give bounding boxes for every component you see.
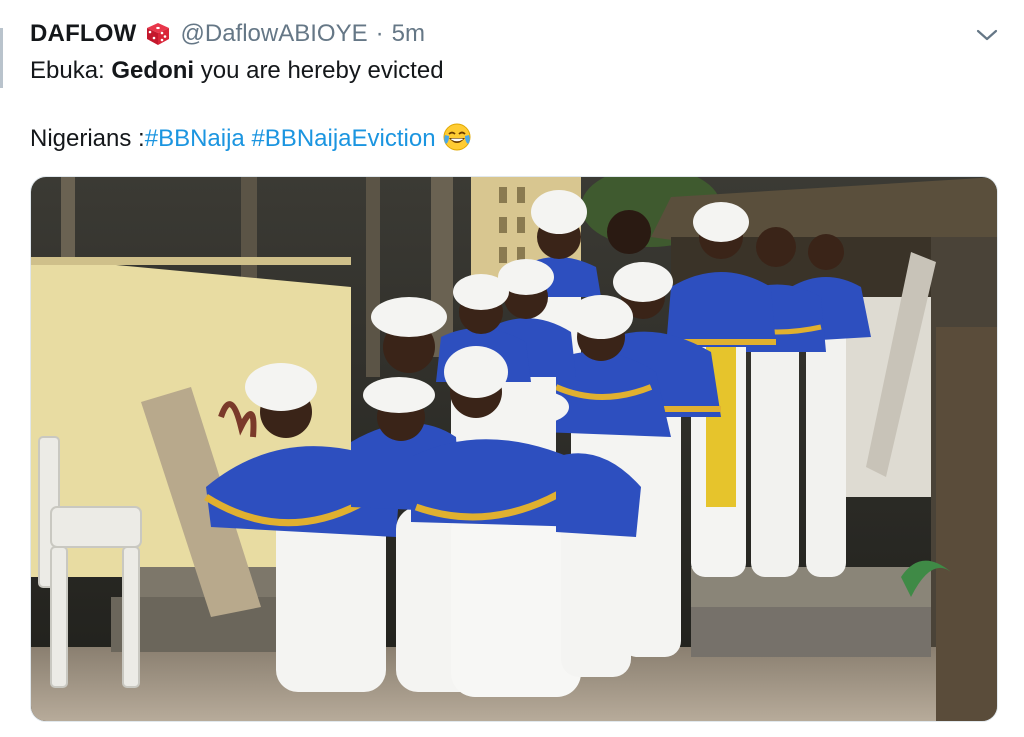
face-with-tears-of-joy-emoji <box>442 122 472 152</box>
tweet-header: DAFLOW @DaflowABIOYE · 5m <box>30 14 1010 54</box>
hashtag-bbnaija[interactable]: #BBNaija <box>145 125 245 152</box>
left-accent-bar <box>0 28 3 88</box>
tweet-line-2: Nigerians :#BBNaija #BBNaijaEviction <box>30 122 1010 156</box>
tweet-photo[interactable] <box>30 176 998 722</box>
chevron-down-icon[interactable] <box>974 22 1000 48</box>
evicted-name: Gedoni <box>111 57 195 84</box>
photo-choir-procession <box>31 177 997 721</box>
tweet-line-1: Ebuka: Gedoni you are hereby evicted <box>30 54 1010 88</box>
tweet-text: Ebuka: Gedoni you are hereby evicted Nig… <box>30 54 1010 156</box>
timestamp[interactable]: 5m <box>392 20 425 48</box>
quote-rest: you are hereby evicted <box>194 57 444 84</box>
user-handle[interactable]: @DaflowABIOYE <box>181 20 368 48</box>
hashtag-bbnaija-eviction[interactable]: #BBNaijaEviction <box>251 125 435 152</box>
display-name[interactable]: DAFLOW <box>30 20 137 48</box>
reaction-prefix: Nigerians : <box>30 125 145 152</box>
die-icon <box>145 21 171 47</box>
quote-speaker: Ebuka: <box>30 57 112 84</box>
separator-dot: · <box>375 20 384 47</box>
tweet-card[interactable]: DAFLOW @DaflowABIOYE · 5m Ebuka: Gedoni … <box>30 14 1010 156</box>
